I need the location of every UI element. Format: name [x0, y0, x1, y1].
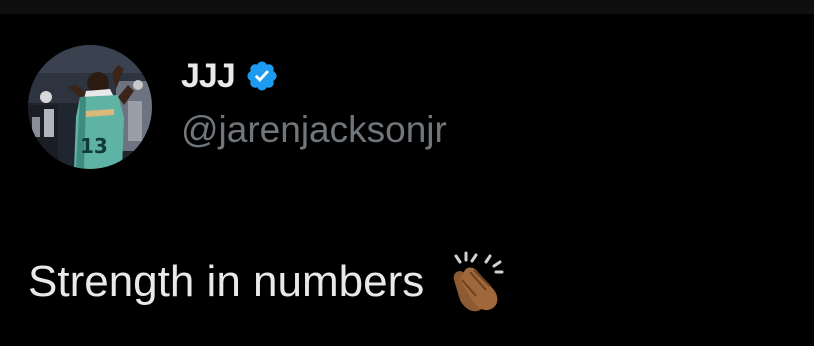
svg-text:13: 13 — [80, 134, 108, 158]
author-handle[interactable]: @jarenjacksonjr — [181, 108, 447, 152]
author-display-name[interactable]: JJJ — [181, 56, 236, 96]
tweet-card[interactable]: 13 JJJ @jarenjacksonjr Strength in numbe… — [0, 0, 814, 346]
tweet-text: Strength in numbers — [28, 257, 425, 306]
clapping-hands-icon — [442, 250, 506, 314]
tweet-body: Strength in numbers — [28, 250, 506, 314]
avatar-photo: 13 — [28, 45, 152, 169]
verified-badge-icon[interactable] — [245, 59, 279, 93]
author-name-row: JJJ — [181, 56, 279, 96]
avatar[interactable]: 13 — [28, 45, 152, 169]
top-divider — [0, 0, 814, 14]
